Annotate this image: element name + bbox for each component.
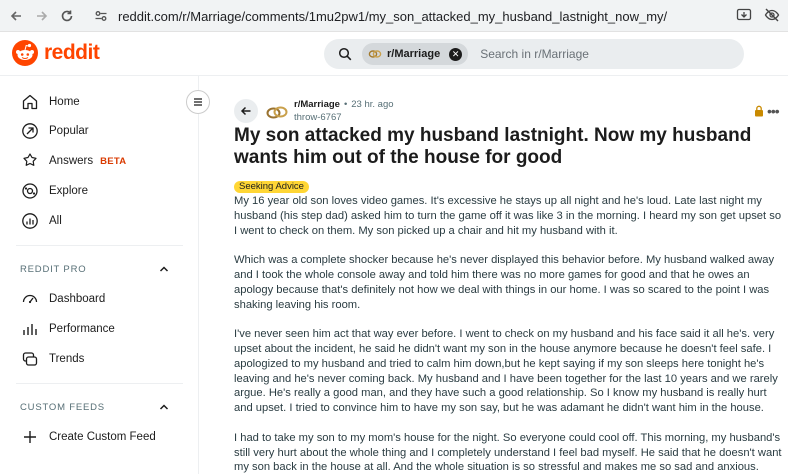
reddit-pro-section-header[interactable]: REDDIT PRO (20, 263, 170, 275)
sidebar-item-label: Answers (49, 155, 94, 167)
site-header: reddit r/Marriage ✕ Search in r/Marriage (0, 32, 788, 76)
section-title: REDDIT PRO (20, 263, 87, 275)
search-input[interactable]: Search in r/Marriage (480, 47, 589, 61)
post-paragraph: I had to take my son to my mom's house f… (234, 431, 782, 474)
sidebar-item-all[interactable]: All (20, 209, 62, 233)
sidebar-item-label: Dashboard (49, 293, 106, 305)
back-nav-button[interactable] (6, 6, 26, 26)
plus-icon (20, 427, 40, 447)
sidebar-item-explore[interactable]: Explore (20, 179, 88, 203)
beta-badge: BETA (100, 155, 127, 167)
back-button[interactable] (234, 99, 258, 123)
meta-separator: • (343, 99, 348, 110)
post-paragraph: I've never seen him act that way ever be… (234, 328, 778, 415)
url-text: reddit.com/r/Marriage/comments/1mu2pw1/m… (118, 8, 668, 24)
explore-icon (20, 181, 40, 201)
reddit-wordmark: reddit (44, 41, 100, 64)
dashboard-icon (20, 289, 40, 309)
forward-nav-button[interactable] (32, 6, 52, 26)
browser-toolbar: reddit.com/r/Marriage/comments/1mu2pw1/m… (0, 0, 788, 32)
arrow-left-icon (10, 11, 21, 21)
answers-icon (20, 151, 40, 171)
search-chip-label: r/Marriage (387, 48, 441, 60)
post-meta: r/Marriage • 23 hr. ago (294, 99, 394, 110)
all-icon (20, 211, 40, 231)
sidebar-divider (16, 383, 183, 384)
sidebar-item-label: Home (49, 96, 80, 108)
trends-icon (20, 349, 40, 369)
left-sidebar: Home Popular Answers BETA Explore All RE… (0, 76, 199, 474)
sidebar-item-label: All (49, 215, 62, 227)
install-app-icon[interactable] (736, 7, 752, 23)
search-scope-chip[interactable]: r/Marriage ✕ (362, 43, 469, 65)
home-icon (20, 92, 40, 112)
chevron-up-icon[interactable] (158, 263, 170, 275)
address-bar[interactable]: reddit.com/r/Marriage/comments/1mu2pw1/m… (84, 4, 774, 28)
chip-close-icon[interactable]: ✕ (449, 47, 463, 61)
sidebar-item-home[interactable]: Home (20, 90, 80, 114)
sidebar-item-label: Trends (49, 353, 85, 365)
sidebar-divider (16, 245, 183, 246)
sidebar-item-create-custom-feed[interactable]: Create Custom Feed (20, 425, 156, 449)
sidebar-item-performance[interactable]: Performance (20, 317, 115, 341)
reload-button[interactable] (57, 6, 77, 26)
sidebar-item-dashboard[interactable]: Dashboard (20, 287, 105, 311)
sidebar-item-label: Performance (49, 323, 115, 335)
performance-icon (20, 319, 40, 339)
popular-icon (20, 121, 40, 141)
sidebar-item-answers[interactable]: Answers BETA (20, 149, 126, 173)
post-flair[interactable]: Seeking Advice (234, 181, 309, 193)
reddit-logo[interactable]: reddit (12, 40, 100, 66)
subreddit-avatar[interactable] (264, 99, 290, 125)
eye-off-icon[interactable] (764, 7, 780, 23)
sidebar-item-label: Create Custom Feed (49, 431, 156, 443)
sidebar-item-popular[interactable]: Popular (20, 119, 89, 143)
snoo-icon (12, 40, 38, 66)
post-paragraph: My 16 year old son loves video games. It… (234, 195, 782, 237)
sidebar-item-trends[interactable]: Trends (20, 347, 84, 371)
wedding-rings-icon (266, 106, 288, 119)
reload-icon (61, 10, 73, 22)
sidebar-collapse-button[interactable] (186, 90, 210, 114)
menu-icon (194, 98, 202, 106)
arrow-left-icon (240, 106, 251, 116)
sidebar-item-label: Popular (49, 125, 89, 137)
arrow-right-icon (37, 11, 48, 21)
post-author[interactable]: throw-6767 (294, 112, 342, 123)
post-paragraph: Which was a complete shocker because he'… (234, 254, 775, 311)
search-bar[interactable]: r/Marriage ✕ Search in r/Marriage (324, 39, 744, 69)
lock-icon (754, 104, 764, 122)
post-title: My son attacked my husband lastnight. No… (234, 125, 752, 168)
more-options-icon[interactable]: ••• (767, 103, 780, 119)
post-time: 23 hr. ago (351, 99, 394, 110)
search-icon (338, 47, 352, 61)
subreddit-link[interactable]: r/Marriage (294, 99, 340, 110)
post-body: My 16 year old son loves video games. It… (234, 194, 782, 474)
sidebar-item-label: Explore (49, 185, 88, 197)
custom-feeds-section-header[interactable]: CUSTOM FEEDS (20, 401, 170, 413)
site-settings-icon[interactable] (94, 9, 108, 23)
chevron-up-icon[interactable] (158, 401, 170, 413)
section-title: CUSTOM FEEDS (20, 401, 105, 413)
subreddit-rings-icon (368, 50, 382, 58)
